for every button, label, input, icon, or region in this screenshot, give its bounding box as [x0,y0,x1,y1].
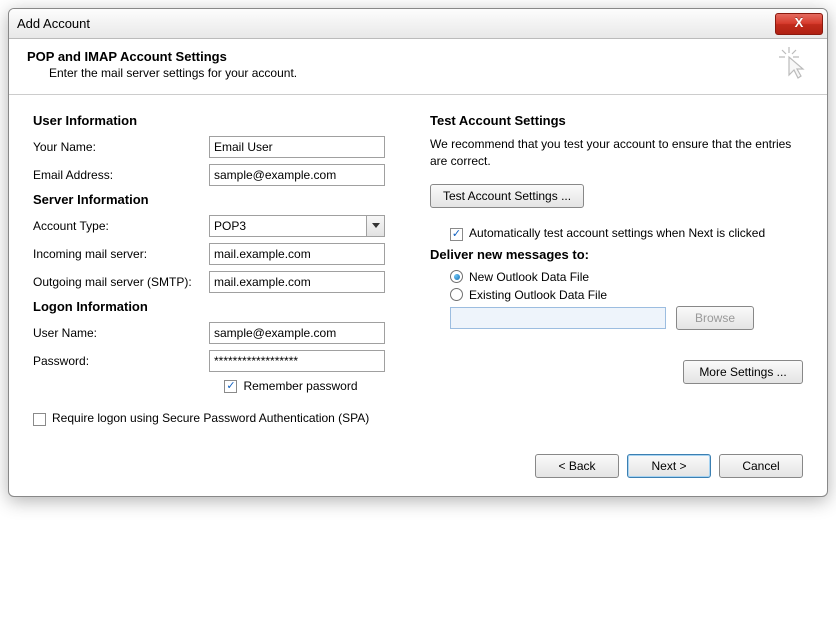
your-name-row: Your Name: [33,136,406,158]
spa-checkbox[interactable] [33,413,46,426]
close-icon: X [795,15,804,30]
username-label: User Name: [33,326,203,340]
account-type-row: Account Type: POP3 [33,215,406,237]
password-label: Password: [33,354,203,368]
remember-password-checkbox[interactable]: ✓ [224,380,237,393]
remember-password-row: ✓ Remember password [203,378,379,393]
remember-password-label: Remember password [243,379,357,393]
right-column: Test Account Settings We recommend that … [430,113,803,432]
your-name-input[interactable] [209,136,385,158]
email-input[interactable] [209,164,385,186]
outgoing-input[interactable] [209,271,385,293]
window-title: Add Account [17,16,90,31]
existing-file-label: Existing Outlook Data File [469,288,607,302]
deliver-title: Deliver new messages to: [430,247,803,262]
header-cursor-icon [779,47,809,84]
new-file-row: New Outlook Data File [450,270,803,284]
incoming-label: Incoming mail server: [33,247,203,261]
add-account-dialog: Add Account X POP and IMAP Account Setti… [8,8,828,497]
outgoing-row: Outgoing mail server (SMTP): [33,271,406,293]
test-account-settings-button[interactable]: Test Account Settings ... [430,184,584,208]
incoming-input[interactable] [209,243,385,265]
username-row: User Name: [33,322,406,344]
auto-test-label: Automatically test account settings when… [469,226,765,240]
existing-file-radio[interactable] [450,288,463,301]
account-type-select[interactable]: POP3 [209,215,385,237]
close-button[interactable]: X [775,13,823,35]
test-title: Test Account Settings [430,113,803,128]
cancel-button[interactable]: Cancel [719,454,803,478]
titlebar: Add Account X [9,9,827,39]
password-row: Password: [33,350,406,372]
dialog-header: POP and IMAP Account Settings Enter the … [9,39,827,95]
email-row: Email Address: [33,164,406,186]
auto-test-row: ✓ Automatically test account settings wh… [450,226,803,241]
test-text: We recommend that you test your account … [430,136,803,170]
header-title: POP and IMAP Account Settings [27,49,809,64]
new-file-radio[interactable] [450,270,463,283]
left-column: User Information Your Name: Email Addres… [33,113,406,432]
dialog-body: User Information Your Name: Email Addres… [9,95,827,442]
header-subtitle: Enter the mail server settings for your … [49,66,809,80]
browse-row: Browse [430,306,803,330]
password-input[interactable] [209,350,385,372]
new-file-label: New Outlook Data File [469,270,589,284]
auto-test-checkbox[interactable]: ✓ [450,228,463,241]
spa-row: Require logon using Secure Password Auth… [33,411,406,426]
spa-label: Require logon using Secure Password Auth… [52,411,369,425]
next-button[interactable]: Next > [627,454,711,478]
email-label: Email Address: [33,168,203,182]
chevron-down-icon [366,216,384,236]
outgoing-label: Outgoing mail server (SMTP): [33,275,203,289]
browse-button[interactable]: Browse [676,306,754,330]
server-info-title: Server Information [33,192,406,207]
user-info-title: User Information [33,113,406,128]
back-button[interactable]: < Back [535,454,619,478]
more-settings-wrap: More Settings ... [430,360,803,384]
username-input[interactable] [209,322,385,344]
incoming-row: Incoming mail server: [33,243,406,265]
account-type-label: Account Type: [33,219,203,233]
more-settings-button[interactable]: More Settings ... [683,360,803,384]
account-type-value: POP3 [214,219,246,233]
existing-file-row: Existing Outlook Data File [450,288,803,302]
existing-file-path-input[interactable] [450,307,666,329]
your-name-label: Your Name: [33,140,203,154]
dialog-footer: < Back Next > Cancel [9,442,827,496]
logon-info-title: Logon Information [33,299,406,314]
